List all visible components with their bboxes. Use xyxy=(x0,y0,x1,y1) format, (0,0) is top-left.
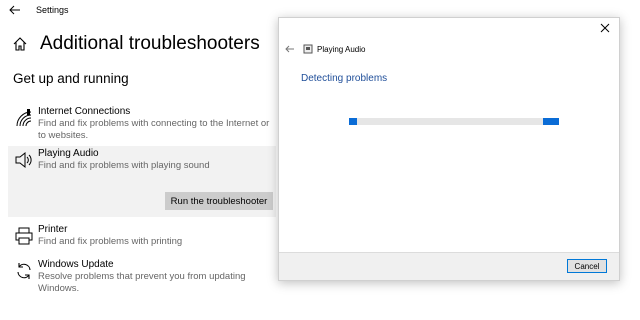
troubleshooter-playing-audio[interactable]: Playing Audio Find and fix problems with… xyxy=(8,146,276,217)
troubleshooter-desc: Find and fix problems with playing sound xyxy=(38,160,210,171)
dialog-footer: Cancel xyxy=(279,252,619,280)
troubleshooter-desc: Find and fix problems with printing xyxy=(38,236,183,247)
troubleshooter-desc: Find and fix problems with connecting to… xyxy=(38,118,270,141)
progress-chunk xyxy=(543,118,559,125)
troubleshooter-name: Internet Connections xyxy=(38,106,131,117)
back-arrow-icon[interactable] xyxy=(8,3,22,17)
printer-icon xyxy=(15,227,33,245)
progress-chunk xyxy=(349,118,357,125)
close-icon[interactable] xyxy=(599,22,611,34)
troubleshooter-windows-update[interactable]: Windows Update Resolve problems that pre… xyxy=(8,257,276,297)
troubleshooter-name: Playing Audio xyxy=(38,148,99,159)
troubleshooter-printer[interactable]: Printer Find and fix problems with print… xyxy=(8,222,276,252)
home-icon[interactable] xyxy=(12,36,28,52)
cancel-button[interactable]: Cancel xyxy=(567,259,607,273)
troubleshooter-dialog: Playing Audio Detecting problems Cancel xyxy=(278,17,620,281)
dialog-title: Playing Audio xyxy=(317,44,366,54)
page-title: Additional troubleshooters xyxy=(40,33,260,54)
dialog-status: Detecting problems xyxy=(301,73,388,84)
progress-bar xyxy=(349,118,559,125)
section-title: Get up and running xyxy=(13,71,129,86)
troubleshooter-internet-connections[interactable]: Internet Connections Find and fix proble… xyxy=(8,104,276,144)
page-header: Additional troubleshooters xyxy=(12,30,260,58)
refresh-icon xyxy=(17,263,31,279)
troubleshooter-name: Printer xyxy=(38,224,68,235)
app-title: Settings xyxy=(36,5,69,15)
troubleshooter-desc: Resolve problems that prevent you from u… xyxy=(38,271,246,294)
troubleshooter-name: Windows Update xyxy=(38,259,114,270)
troubleshooter-app-icon xyxy=(303,44,313,54)
back-arrow-icon[interactable] xyxy=(285,44,295,54)
dialog-header: Playing Audio xyxy=(285,42,365,56)
title-bar: Settings xyxy=(0,0,280,22)
speaker-icon xyxy=(15,151,32,169)
wifi-icon xyxy=(16,109,32,127)
run-troubleshooter-button[interactable]: Run the troubleshooter xyxy=(165,192,273,210)
